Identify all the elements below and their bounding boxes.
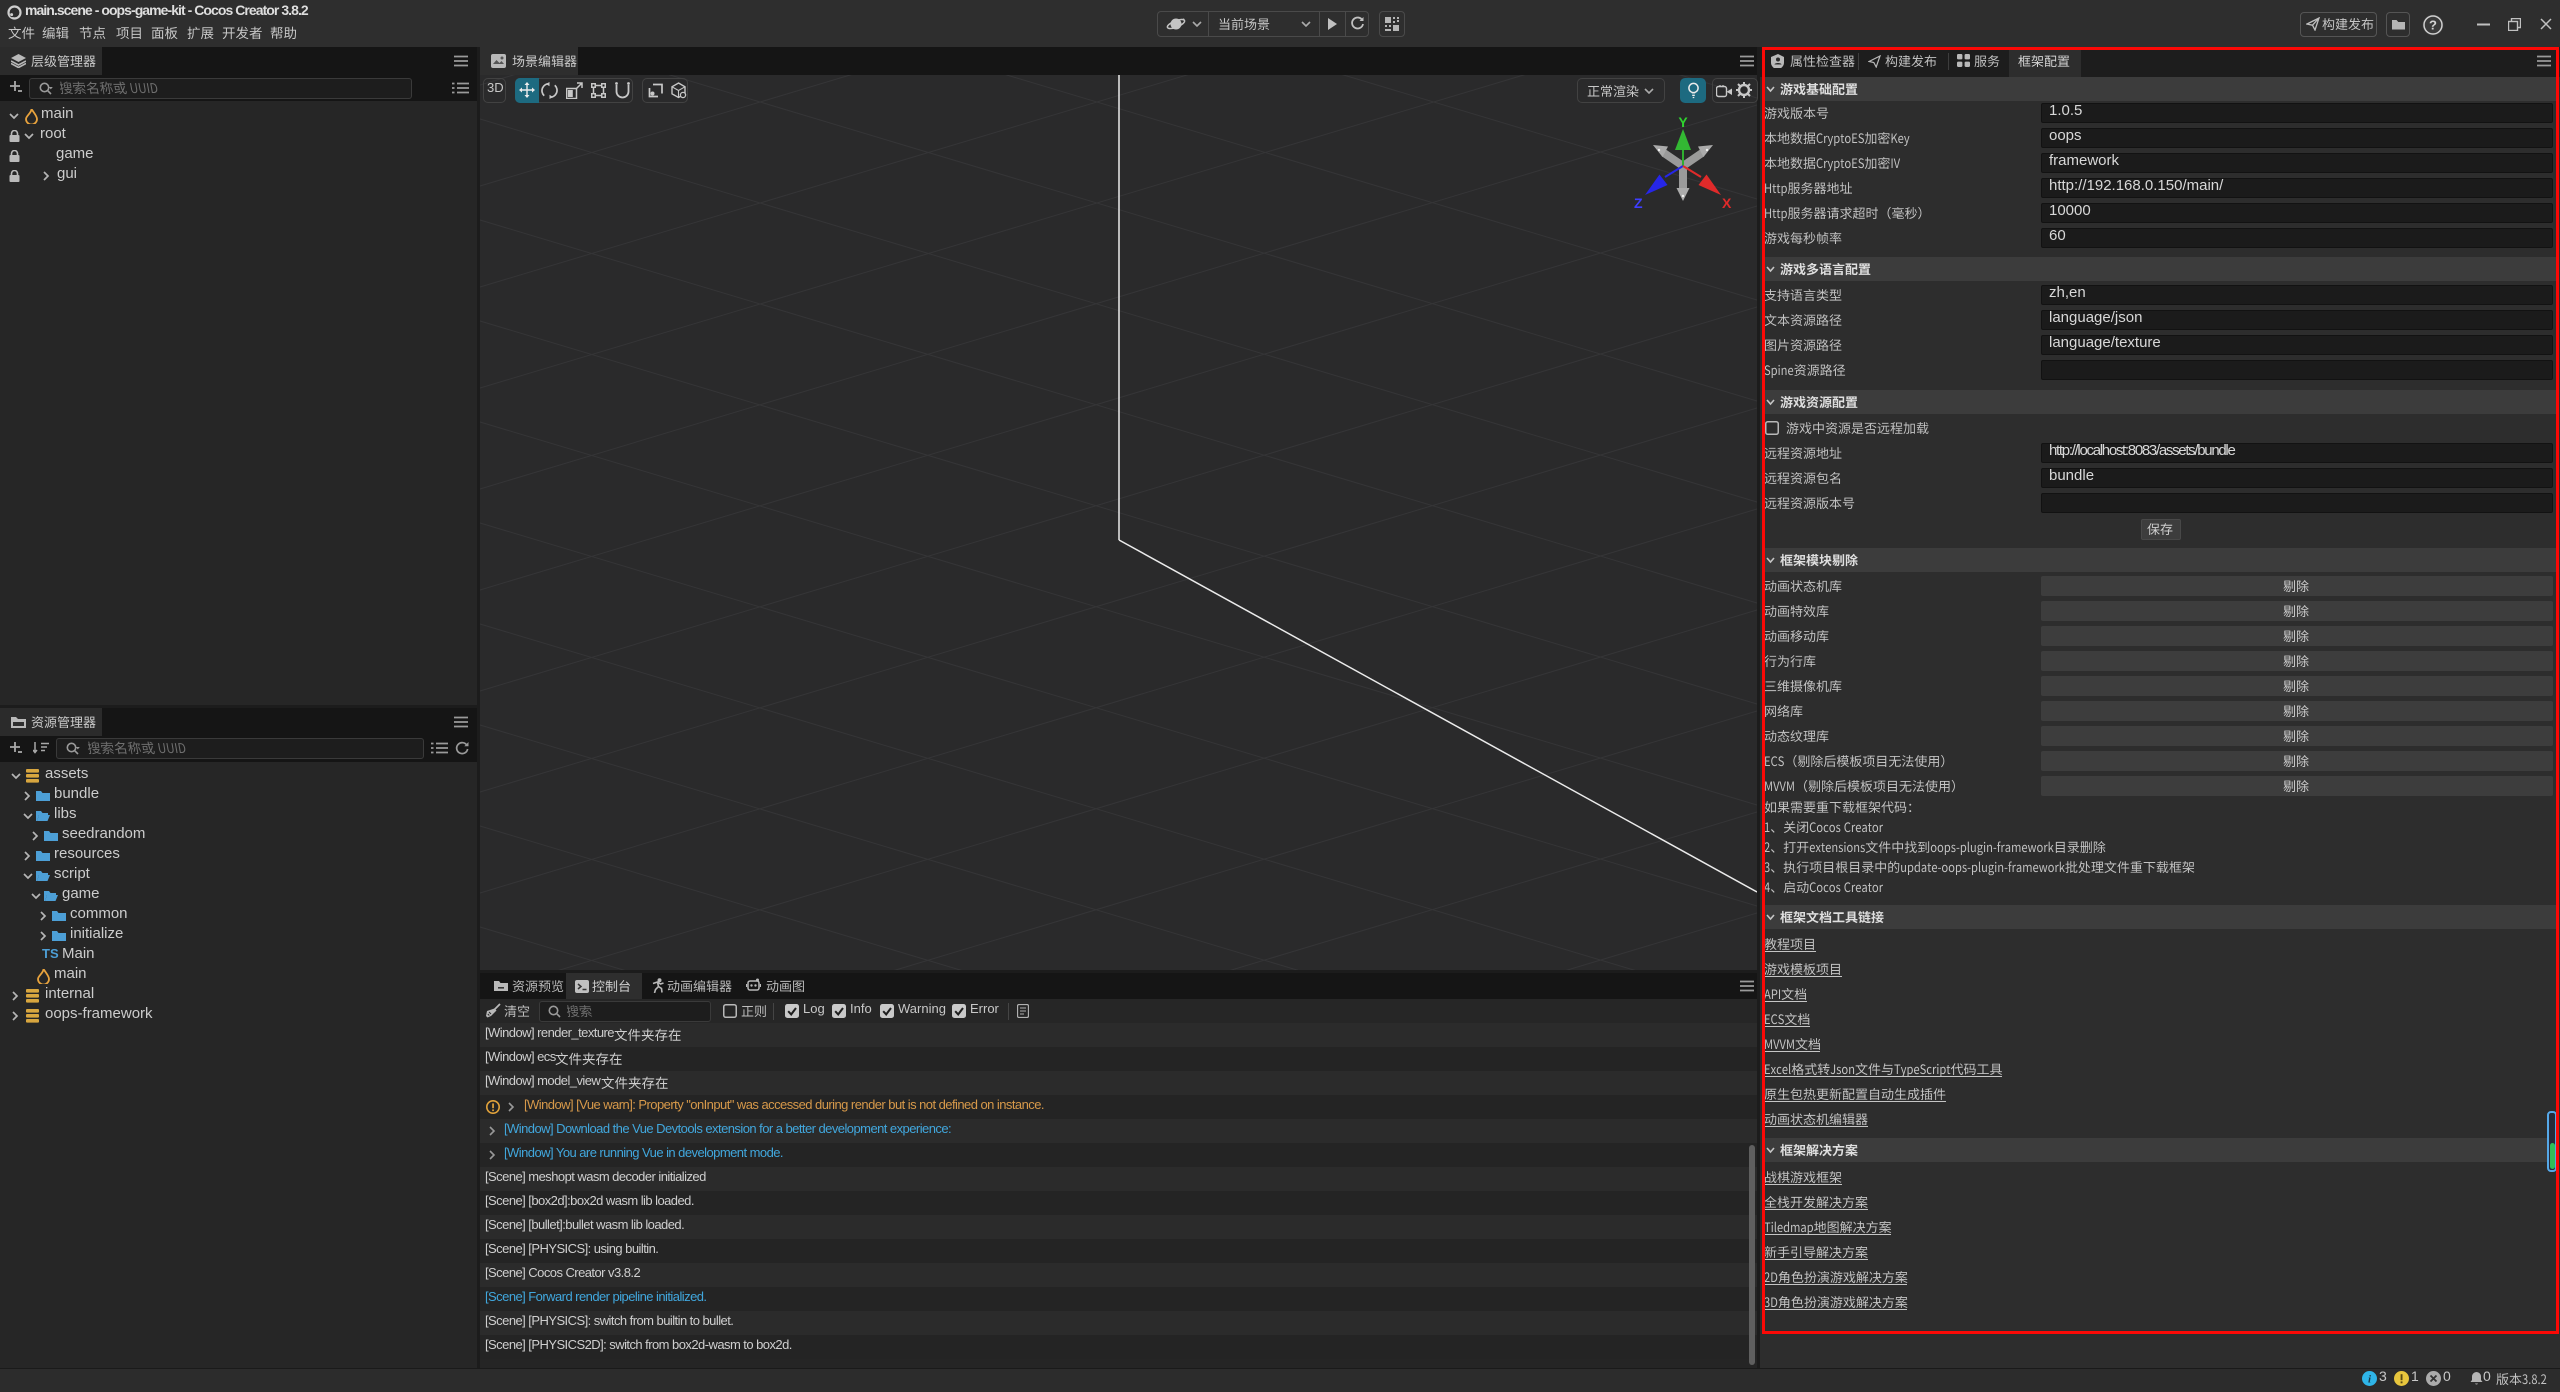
svg-text:?: ? — [2429, 18, 2437, 33]
svg-text:Z: Z — [1634, 195, 1643, 211]
svg-text:X: X — [1722, 195, 1732, 211]
svg-text:Y: Y — [1678, 116, 1688, 130]
